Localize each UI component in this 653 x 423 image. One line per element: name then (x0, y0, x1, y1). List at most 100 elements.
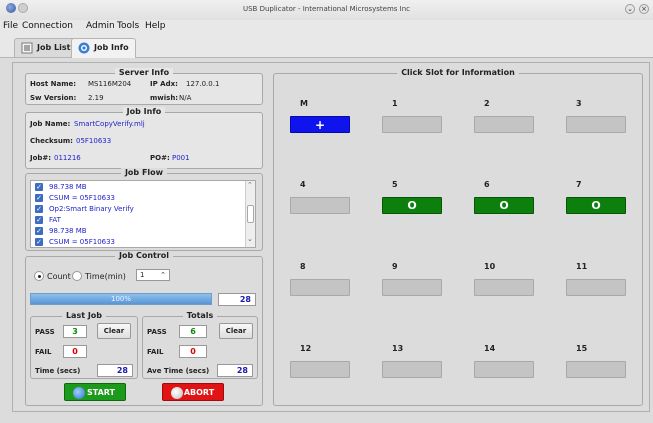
window-title: USB Duplicator - International Microsyst… (242, 5, 411, 13)
menu-connection[interactable]: Connection (22, 21, 73, 31)
list-item[interactable]: ✓ CSUM = 05F10633 (31, 192, 255, 203)
mwish-value: N/A (179, 94, 192, 102)
list-icon (21, 42, 33, 54)
slot-label-14: 14 (484, 344, 496, 353)
abort-icon (171, 387, 183, 399)
slot-11-button[interactable] (566, 279, 626, 296)
menu-admin[interactable]: Admin (86, 21, 115, 31)
menu-file[interactable]: File (3, 21, 18, 31)
clear-last-job-button[interactable]: Clear (97, 323, 131, 339)
tab-job-list[interactable]: Job List (14, 38, 78, 57)
slot-5-button[interactable]: O (382, 197, 442, 214)
list-item[interactable]: ✓ 98.738 MB (31, 225, 255, 236)
checkbox-checked-icon[interactable]: ✓ (35, 183, 43, 191)
job-control-panel: Job Control Count Time(min) 1 ⌃ 100% 28 … (25, 251, 263, 406)
checksum-value: 05F10633 (76, 137, 112, 145)
totals-title: Totals (182, 311, 218, 320)
tab-job-list-label: Job List (37, 43, 71, 52)
slot-2-button[interactable] (474, 116, 534, 133)
scrollbar-thumb[interactable] (247, 205, 254, 223)
total-fail-count: 0 (179, 345, 207, 358)
scroll-up-icon[interactable]: ⌃ (247, 181, 253, 189)
time-radio-label: Time(min) (85, 272, 126, 281)
list-item[interactable]: ✓ CSUM = 05F10633 (31, 236, 255, 247)
ave-time-value: 28 (217, 364, 253, 377)
job-flow-list[interactable]: ✓ 98.738 MB ✓ CSUM = 05F10633 ✓ Op2:Smart B… (30, 180, 256, 248)
last-fail-count: 0 (63, 345, 87, 358)
minimize-icon[interactable]: ⌄ (625, 4, 635, 14)
checksum-label: Checksum: (30, 137, 73, 145)
checkbox-checked-icon[interactable]: ✓ (35, 194, 43, 202)
count-spinbox-value: 1 (140, 271, 145, 279)
sw-version-label: Sw Version: (30, 94, 77, 102)
slot-3-button[interactable] (566, 116, 626, 133)
last-job-title: Last Job (61, 311, 107, 320)
checkbox-checked-icon[interactable]: ✓ (35, 205, 43, 213)
job-control-title: Job Control (114, 251, 174, 260)
slots-panel-title: Click Slot for Information (397, 68, 519, 77)
slot-label-10: 10 (484, 262, 496, 271)
sw-version-value: 2.19 (88, 94, 104, 102)
main-frame: Server Info Host Name: MS116M204 IP Adx:… (12, 62, 650, 412)
slot-label-m: M (300, 99, 308, 108)
slot-label-7: 7 (576, 180, 582, 189)
job-number-value: 011216 (54, 154, 81, 162)
ave-time-label: Ave Time (secs) (147, 367, 210, 375)
slot-13-button[interactable] (382, 361, 442, 378)
total-pass-label: PASS (147, 328, 167, 336)
slot-1-button[interactable] (382, 116, 442, 133)
slot-6-button[interactable]: O (474, 197, 534, 214)
po-number-value: P001 (172, 154, 190, 162)
slot-label-12: 12 (300, 344, 312, 353)
checkbox-checked-icon[interactable]: ✓ (35, 227, 43, 235)
checkbox-checked-icon[interactable]: ✓ (35, 238, 43, 246)
slot-12-button[interactable] (290, 361, 350, 378)
total-fail-label: FAIL (147, 348, 164, 356)
job-name-label: Job Name: (30, 120, 71, 128)
slot-label-15: 15 (576, 344, 588, 353)
ip-address-value: 127.0.0.1 (186, 80, 220, 88)
progress-count: 28 (218, 293, 256, 306)
slot-14-button[interactable] (474, 361, 534, 378)
abort-button[interactable]: ABORT (162, 383, 224, 401)
slot-label-9: 9 (392, 262, 398, 271)
info-icon (78, 42, 90, 54)
count-radio-label: Count (47, 272, 71, 281)
slot-8-button[interactable] (290, 279, 350, 296)
count-radio[interactable] (34, 271, 44, 281)
list-item[interactable]: ✓ 98.738 MB (31, 181, 255, 192)
slot-10-button[interactable] (474, 279, 534, 296)
slot-m-button[interactable]: + (290, 116, 350, 133)
close-icon[interactable]: × (639, 4, 649, 14)
list-item[interactable]: ✓ Op2:Smart Binary Verify (31, 203, 255, 214)
progress-label: 100% (110, 295, 131, 303)
slot-label-13: 13 (392, 344, 404, 353)
scroll-down-icon[interactable]: ⌄ (247, 235, 253, 243)
slot-label-2: 2 (484, 99, 490, 108)
slot-label-11: 11 (576, 262, 588, 271)
menu-tools[interactable]: Tools (117, 21, 139, 31)
spin-arrows-icon[interactable]: ⌃ (160, 271, 166, 279)
slot-4-button[interactable] (290, 197, 350, 214)
list-item[interactable]: ✓ FAT (31, 214, 255, 225)
time-radio[interactable] (72, 271, 82, 281)
slot-label-6: 6 (484, 180, 490, 189)
ip-address-label: IP Adx: (150, 80, 178, 88)
count-spinbox[interactable]: 1 ⌃ (136, 269, 170, 281)
totals-panel: Totals PASS 6 Clear FAIL 0 Ave Time (sec… (142, 311, 258, 379)
slot-9-button[interactable] (382, 279, 442, 296)
job-flow-scrollbar[interactable]: ⌃ ⌄ (245, 181, 255, 247)
tab-job-info[interactable]: Job Info (71, 38, 136, 58)
slot-label-4: 4 (300, 180, 306, 189)
clear-totals-button[interactable]: Clear (219, 323, 253, 339)
slots-panel: Click Slot for Information M +1 2 3 4 5 O 6 O 7 O 8… (273, 68, 643, 406)
tab-job-info-label: Job Info (94, 43, 129, 52)
mwish-label: mwish: (150, 94, 179, 102)
slot-15-button[interactable] (566, 361, 626, 378)
slot-7-button[interactable]: O (566, 197, 626, 214)
title-bar: USB Duplicator - International Microsyst… (0, 0, 653, 20)
checkbox-checked-icon[interactable]: ✓ (35, 216, 43, 224)
menu-help[interactable]: Help (145, 21, 166, 31)
job-info-panel: Job Info Job Name: SmartCopyVerify.mlj C… (25, 107, 263, 169)
start-button[interactable]: START (64, 383, 126, 401)
